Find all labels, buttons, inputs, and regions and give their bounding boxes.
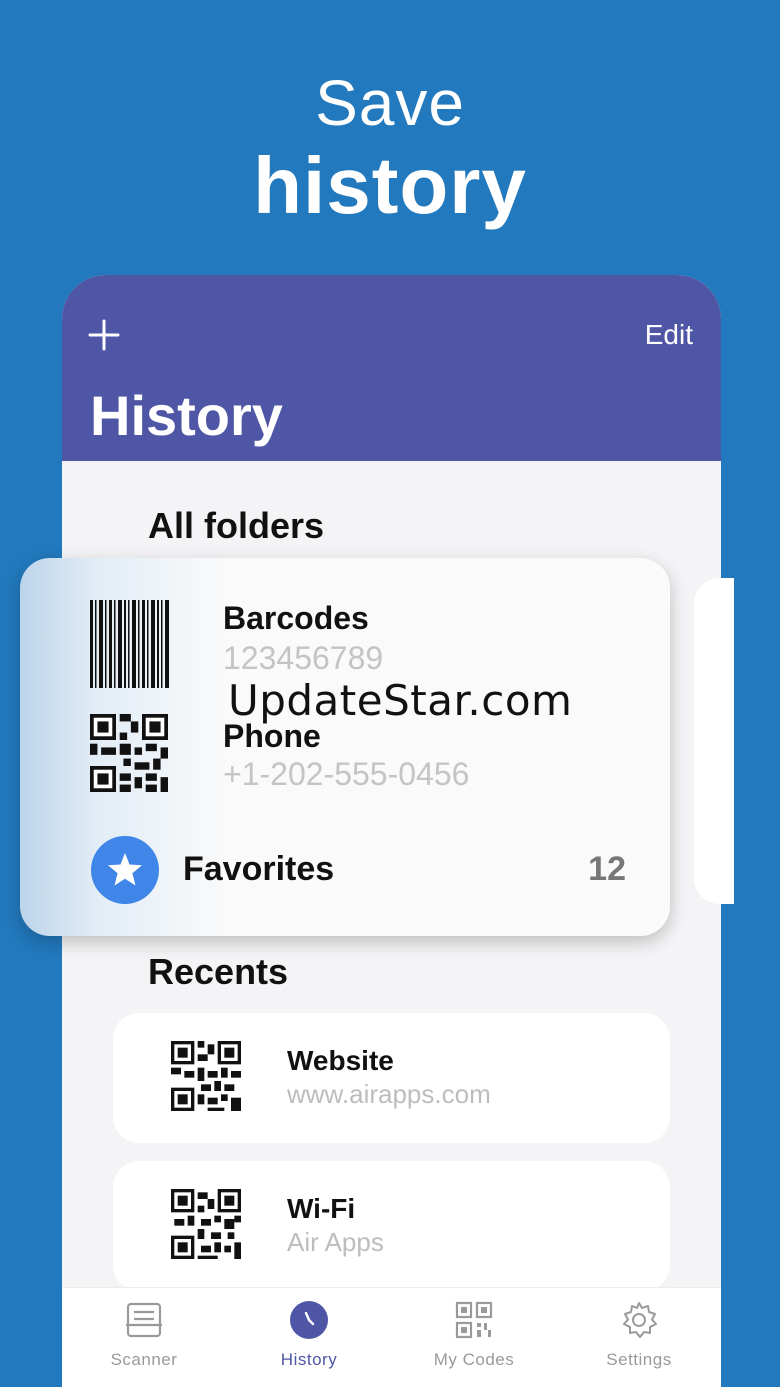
tab-scanner[interactable]: Scanner	[62, 1288, 226, 1387]
section-title-recents: Recents	[148, 951, 289, 992]
tab-history[interactable]: History	[227, 1288, 391, 1387]
plus-icon[interactable]	[84, 315, 124, 355]
recent-item-website[interactable]: Website www.airapps.com	[113, 1013, 670, 1143]
tab-label: Scanner	[110, 1350, 178, 1369]
tab-my-codes[interactable]: My Codes	[392, 1288, 556, 1387]
folder-title: Phone	[223, 718, 321, 754]
next-card-peek	[694, 578, 734, 904]
tab-settings[interactable]: Settings	[557, 1288, 721, 1387]
page-title: History	[90, 384, 283, 447]
tab-label: History	[280, 1350, 338, 1369]
folder-item-favorites[interactable]: Favorites 12	[20, 822, 670, 918]
recent-item-title: Website	[287, 1045, 394, 1076]
favorites-badge	[91, 836, 159, 904]
recent-item-wifi[interactable]: Wi-Fi Air Apps	[113, 1161, 670, 1291]
section-title-all-folders: All folders	[148, 505, 325, 546]
promo-headline-line1: Save	[315, 67, 465, 139]
recent-item-title: Wi-Fi	[287, 1193, 356, 1224]
favorites-label: Favorites	[183, 850, 335, 888]
scanner-icon	[126, 1302, 162, 1338]
promo-headline-line2: history	[253, 141, 527, 230]
folders-card: Barcodes 123456789 UpdateStar.com Phone …	[20, 558, 670, 936]
gear-icon	[623, 1302, 657, 1338]
tab-bar: Scanner History My Codes Settings	[62, 1287, 721, 1387]
tab-label: Settings	[606, 1350, 672, 1369]
qr-code-icon	[171, 1189, 241, 1259]
recent-item-subtitle: Air Apps	[287, 1227, 384, 1257]
folder-item-phone[interactable]: Phone +1-202-555-0456	[20, 708, 670, 808]
folder-subtitle: +1-202-555-0456	[223, 756, 470, 792]
qr-code-icon	[171, 1041, 241, 1111]
folder-subtitle: 123456789	[223, 640, 384, 676]
nav-header: Edit History	[62, 275, 721, 461]
edit-button[interactable]: Edit	[645, 319, 693, 351]
qr-grid-icon	[455, 1301, 493, 1339]
qr-code-icon	[90, 714, 168, 792]
star-icon	[108, 853, 142, 886]
tab-label: My Codes	[433, 1350, 515, 1369]
barcode-icon	[90, 600, 169, 688]
clock-icon	[290, 1301, 328, 1339]
recent-item-subtitle: www.airapps.com	[287, 1079, 491, 1109]
favorites-count: 12	[588, 850, 626, 888]
folder-title: Barcodes	[223, 600, 369, 636]
